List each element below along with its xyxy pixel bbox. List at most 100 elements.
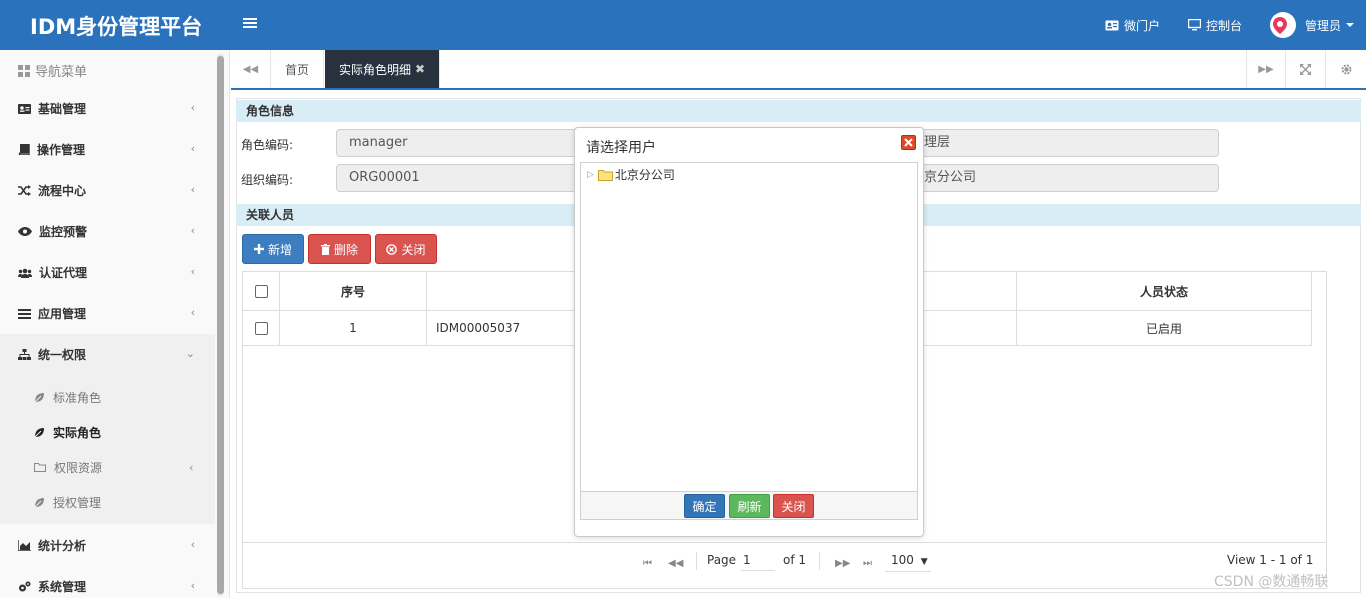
submenu-item-resource[interactable]: 权限资源 ‹ [34, 452, 209, 482]
sidebar-item-monitor[interactable]: 监控预警 ‹ [0, 211, 215, 252]
sidebar-item-auth-proxy[interactable]: 认证代理 ‹ [0, 252, 215, 293]
view-range-text: View 1 - 1 of 1 [1227, 553, 1314, 567]
prev-page-icon[interactable]: ◀◀ [668, 558, 683, 569]
user-menu[interactable]: 管理员 [1269, 12, 1354, 38]
tab-home[interactable]: 首页 [271, 50, 325, 88]
sidebar-item-basic[interactable]: 基础管理 ‹ [0, 88, 215, 129]
first-page-icon[interactable]: ⏮ [643, 558, 652, 569]
role-code-field[interactable]: manager [336, 129, 586, 157]
chevron-left-icon: ‹ [190, 142, 195, 155]
delete-member-button[interactable]: 删除 [308, 234, 371, 264]
org-name-field[interactable]: 京分公司 [911, 164, 1219, 192]
org-code-field[interactable]: ORG00001 [336, 164, 586, 192]
chevron-down-icon: ⌄ [185, 347, 195, 360]
tab-actual-role-detail[interactable]: 实际角色明细 ✖ [325, 50, 441, 88]
page-size-select[interactable]: 100 ▼ [885, 550, 931, 572]
sidebar-title: 导航菜单 [35, 65, 88, 80]
sidebar-scrollbar[interactable] [217, 54, 224, 596]
sitemap-icon [18, 349, 31, 360]
pager-divider [696, 552, 697, 570]
org-code-label: 组织编码: [241, 173, 294, 187]
submenu-item-label: 标准角色 [53, 390, 102, 405]
users-icon [18, 268, 32, 278]
nav-portal-label: 微门户 [1123, 18, 1160, 33]
tab-bar: ◀◀ 首页 实际角色明细 ✖ ▶▶ [231, 50, 1366, 90]
tree-node-label: 北京分公司 [614, 168, 675, 182]
chevron-left-icon: ‹ [190, 101, 195, 114]
section-role-info-title: 角色信息 [236, 100, 1361, 122]
trash-icon [320, 243, 330, 255]
dialog-cancel-button[interactable]: 关闭 [773, 494, 814, 518]
sidebar-item-label: 监控预警 [39, 225, 88, 239]
area-chart-icon [18, 540, 31, 551]
nav-console-link[interactable]: 控制台 [1187, 17, 1242, 34]
row-checkbox[interactable] [254, 321, 268, 335]
column-header-status[interactable]: 人员状态 [1017, 272, 1312, 311]
role-name-field[interactable]: 理层 [911, 129, 1219, 157]
add-member-button[interactable]: 新增 [242, 234, 304, 264]
menu-toggle-icon[interactable] [243, 16, 257, 30]
sidebar-item-label: 流程中心 [38, 184, 87, 198]
sidebar-item-statistics[interactable]: 统计分析 ‹ [0, 525, 215, 566]
dialog-close-button[interactable] [901, 135, 916, 150]
submenu-item-authorization[interactable]: 授权管理 [34, 487, 101, 517]
leaf-icon [34, 497, 44, 507]
book-icon [18, 144, 30, 155]
chevron-left-icon: ‹ [190, 224, 195, 237]
gear-icon [1341, 64, 1351, 74]
page-number-input[interactable]: 1 [741, 551, 775, 571]
tree-node-root[interactable]: ▷ 北京分公司 [587, 166, 675, 183]
leaf-icon [34, 392, 44, 402]
user-name: 管理员 [1304, 18, 1341, 33]
row-checkbox-cell [243, 311, 280, 346]
sidebar-item-process[interactable]: 流程中心 ‹ [0, 170, 215, 211]
sidebar-item-label: 统计分析 [38, 539, 87, 553]
avatar [1269, 12, 1296, 38]
row-index: 1 [280, 311, 427, 346]
refresh-button[interactable]: 刷新 [729, 494, 770, 518]
eye-icon [18, 227, 32, 236]
close-section-button[interactable]: 关闭 [375, 234, 437, 264]
sidebar-item-label: 统一权限 [38, 348, 87, 362]
header-checkbox-cell [243, 272, 280, 311]
close-section-label: 关闭 [401, 242, 426, 257]
sidebar-item-app[interactable]: 应用管理 ‹ [0, 293, 215, 334]
sidebar-item-permission[interactable]: 统一权限 ⌄ [0, 334, 215, 375]
page-size-value: 100 [891, 553, 914, 567]
select-all-checkbox[interactable] [254, 284, 268, 298]
user-tree-panel: ▷ 北京分公司 确定 刷新 关闭 [580, 162, 918, 520]
sidebar-item-label: 操作管理 [37, 143, 86, 157]
nav-portal-link[interactable]: 微门户 [1105, 17, 1160, 34]
expand-icon [1300, 63, 1311, 75]
select-user-dialog: 请选择用户 ▷ 北京分公司 确定 刷新 关闭 [574, 127, 924, 537]
settings-button[interactable] [1326, 50, 1366, 88]
random-icon [18, 185, 31, 196]
last-page-icon[interactable]: ⏭ [863, 558, 872, 569]
column-header-index[interactable]: 序号 [280, 272, 427, 311]
sidebar-item-operation[interactable]: 操作管理 ‹ [0, 129, 215, 170]
sidebar-header: 导航菜单 [18, 61, 87, 80]
sidebar-item-system[interactable]: 系统管理 ‹ [0, 566, 215, 607]
map-pin-icon [1273, 16, 1288, 34]
tree-expand-icon[interactable]: ▷ [587, 170, 594, 180]
tab-scroll-right-button[interactable]: ▶▶ [1246, 50, 1286, 88]
next-page-icon[interactable]: ▶▶ [835, 558, 850, 569]
grid-icon [18, 64, 30, 77]
chevron-left-icon: ‹ [190, 306, 195, 319]
sidebar-item-label: 系统管理 [38, 580, 87, 594]
chevron-left-icon: ‹ [190, 538, 195, 551]
double-chevron-left-icon: ◀◀ [242, 63, 259, 75]
close-icon [904, 138, 913, 147]
tab-scroll-left-button[interactable]: ◀◀ [231, 50, 271, 88]
chevron-left-icon: ‹ [189, 460, 194, 474]
delete-member-label: 删除 [333, 242, 358, 257]
confirm-button[interactable]: 确定 [684, 494, 725, 518]
page-count: of 1 [783, 553, 807, 567]
submenu-item-actual-role[interactable]: 实际角色 [34, 417, 101, 447]
close-icon[interactable]: ✖ [415, 62, 425, 76]
page-label: Page [707, 553, 737, 567]
fullscreen-button[interactable] [1286, 50, 1326, 88]
submenu-item-standard-role[interactable]: 标准角色 [34, 382, 101, 412]
dialog-title: 请选择用户 [586, 140, 656, 156]
top-nav: 微门户 控制台 管理员 [1105, 0, 1366, 50]
